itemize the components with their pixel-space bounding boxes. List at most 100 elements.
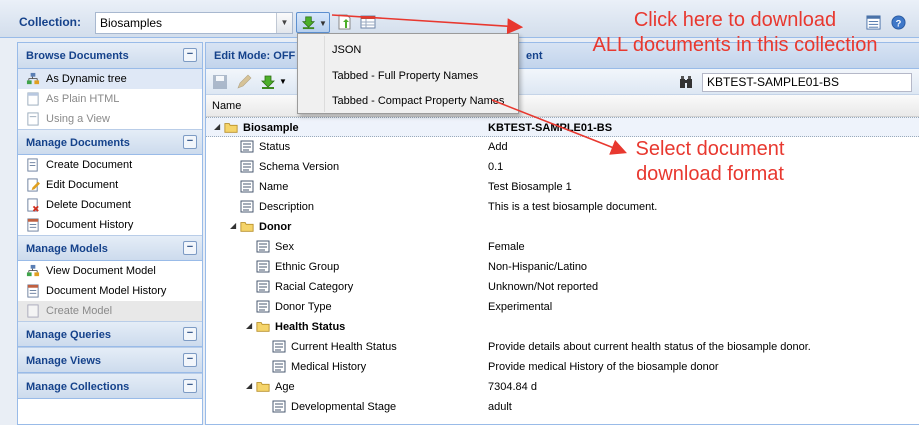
- property-icon: [256, 240, 270, 253]
- expand-arrow-icon[interactable]: ◢: [214, 121, 220, 133]
- property-icon: [272, 340, 286, 353]
- collapse-toggle-icon[interactable]: −: [183, 353, 197, 367]
- tree-row[interactable]: ◢ Biosample KBTEST-SAMPLE01-BS: [206, 117, 919, 137]
- expand-arrow-icon[interactable]: ◢: [246, 380, 252, 392]
- collapse-toggle-icon[interactable]: −: [183, 379, 197, 393]
- tree-row[interactable]: Status Add: [206, 137, 919, 157]
- property-icon: [240, 140, 254, 153]
- download-icon: [301, 16, 316, 30]
- tree-row[interactable]: Sex Female: [206, 237, 919, 257]
- chevron-down-icon[interactable]: ▼: [279, 77, 287, 86]
- sidebar-item-label: As Plain HTML: [46, 93, 120, 105]
- edit-icon[interactable]: [236, 74, 252, 90]
- collapse-toggle-icon[interactable]: −: [183, 327, 197, 341]
- sidebar-item[interactable]: As Dynamic tree: [18, 69, 202, 89]
- section-header[interactable]: Manage Documents −: [18, 129, 202, 155]
- sidebar-item[interactable]: Using a View: [18, 109, 202, 129]
- chevron-down-icon[interactable]: ▼: [319, 19, 327, 28]
- section-title: Manage Collections: [26, 381, 130, 393]
- sidebar-item-label: View Document Model: [46, 265, 156, 277]
- sidebar-item[interactable]: Document History: [18, 215, 202, 235]
- tree-row[interactable]: Schema Version 0.1: [206, 157, 919, 177]
- folder-icon: [224, 123, 238, 133]
- tree-row-value: Provide details about current health sta…: [488, 341, 811, 353]
- section-header[interactable]: Manage Collections −: [18, 373, 202, 399]
- document-tree: ◢ Biosample KBTEST-SAMPLE01-BS Status Add Sch…: [206, 117, 919, 417]
- annotation-line: Select document: [635, 138, 785, 160]
- help-icon[interactable]: ?: [891, 15, 906, 30]
- tree-row-name: Current Health Status: [291, 341, 397, 353]
- tree-row-name: Medical History: [291, 361, 367, 373]
- tree-icon: [26, 264, 40, 277]
- section-header[interactable]: Manage Queries −: [18, 321, 202, 347]
- sidebar-item[interactable]: Edit Document: [18, 175, 202, 195]
- tree-row[interactable]: Name Test Biosample 1: [206, 177, 919, 197]
- collapse-toggle-icon[interactable]: −: [183, 135, 197, 149]
- edit-mode-label: Edit Mode: OFF: [214, 50, 296, 62]
- download-icon[interactable]: [260, 74, 276, 90]
- sidebar-item[interactable]: Create Model: [18, 301, 202, 321]
- download-all-button[interactable]: ▼: [296, 12, 330, 33]
- menu-item-tabbed-full[interactable]: Tabbed - Full Property Names: [332, 70, 478, 82]
- table-icon[interactable]: [360, 14, 376, 30]
- collapse-toggle-icon[interactable]: −: [183, 241, 197, 255]
- section-header[interactable]: Manage Views −: [18, 347, 202, 373]
- tree-row-name: Age: [275, 381, 295, 393]
- tree-row-name: Status: [259, 141, 291, 153]
- chevron-down-icon[interactable]: ▼: [276, 13, 292, 33]
- section-header[interactable]: Browse Documents −: [18, 43, 202, 69]
- section-title: Manage Models: [26, 243, 108, 255]
- expand-arrow-icon[interactable]: ◢: [230, 220, 236, 232]
- section-title: Manage Documents: [26, 137, 130, 149]
- binoculars-icon[interactable]: [678, 74, 694, 90]
- tree-icon: [26, 72, 40, 85]
- sidebar-item-label: Create Model: [46, 305, 113, 317]
- collapse-toggle-icon[interactable]: −: [183, 48, 197, 62]
- annotation-line: ALL documents in this collection: [592, 34, 878, 56]
- save-icon[interactable]: [212, 74, 228, 90]
- tree-row-name: Health Status: [275, 321, 346, 333]
- section-title: Manage Views: [26, 355, 101, 367]
- tree-row[interactable]: ◢ Health Status: [206, 317, 919, 337]
- tree-row-name: Ethnic Group: [275, 261, 340, 273]
- tree-row[interactable]: Description This is a test biosample docu…: [206, 197, 919, 217]
- tree-row[interactable]: Racial Category Unknown/Not reported: [206, 277, 919, 297]
- menu-item-json[interactable]: JSON: [332, 44, 361, 56]
- tree-row[interactable]: Medical History Provide medical History o…: [206, 357, 919, 377]
- property-icon: [256, 280, 270, 293]
- tree-row-name: Description: [259, 201, 315, 213]
- section-header[interactable]: Manage Models −: [18, 235, 202, 261]
- sidebar-item[interactable]: Delete Document: [18, 195, 202, 215]
- tree-row-value: Add: [488, 141, 508, 153]
- section-title: Browse Documents: [26, 50, 129, 62]
- sidebar-item[interactable]: As Plain HTML: [18, 89, 202, 109]
- collection-select-value: Biosamples: [100, 16, 163, 30]
- folder-icon: [256, 322, 270, 332]
- tree-row[interactable]: ◢ Age 7304.84 d: [206, 377, 919, 397]
- search-input[interactable]: KBTEST-SAMPLE01-BS: [702, 73, 912, 92]
- tree-row-value: KBTEST-SAMPLE01-BS: [488, 122, 613, 134]
- model-add-icon: [27, 304, 39, 318]
- tree-row-value: Experimental: [488, 301, 553, 313]
- sidebar-item[interactable]: Document Model History: [18, 281, 202, 301]
- tree-row[interactable]: Current Health Status Provide details abo…: [206, 337, 919, 357]
- tree-row-name: Racial Category: [275, 281, 354, 293]
- tree-row[interactable]: ◢ Donor: [206, 217, 919, 237]
- property-icon: [240, 160, 254, 173]
- tree-row[interactable]: Ethnic Group Non-Hispanic/Latino: [206, 257, 919, 277]
- upload-document-icon[interactable]: [337, 14, 353, 30]
- expand-arrow-icon[interactable]: ◢: [246, 320, 252, 332]
- annotation-line: Click here to download: [633, 9, 837, 31]
- tree-row-name: Schema Version: [259, 161, 340, 173]
- sidebar-item[interactable]: Create Document: [18, 155, 202, 175]
- sidebar-item[interactable]: View Document Model: [18, 261, 202, 281]
- collection-select[interactable]: Biosamples ▼: [95, 12, 293, 34]
- menu-item-tabbed-compact[interactable]: Tabbed - Compact Property Names: [332, 95, 504, 107]
- history-icon: [27, 218, 39, 232]
- tree-row[interactable]: Developmental Stage adult: [206, 397, 919, 417]
- tree-row-name: Donor: [259, 221, 292, 233]
- collection-label: Collection:: [19, 15, 81, 29]
- document-delete-icon: [27, 198, 39, 212]
- tree-row[interactable]: Donor Type Experimental: [206, 297, 919, 317]
- sidebar-item-label: Delete Document: [46, 199, 131, 211]
